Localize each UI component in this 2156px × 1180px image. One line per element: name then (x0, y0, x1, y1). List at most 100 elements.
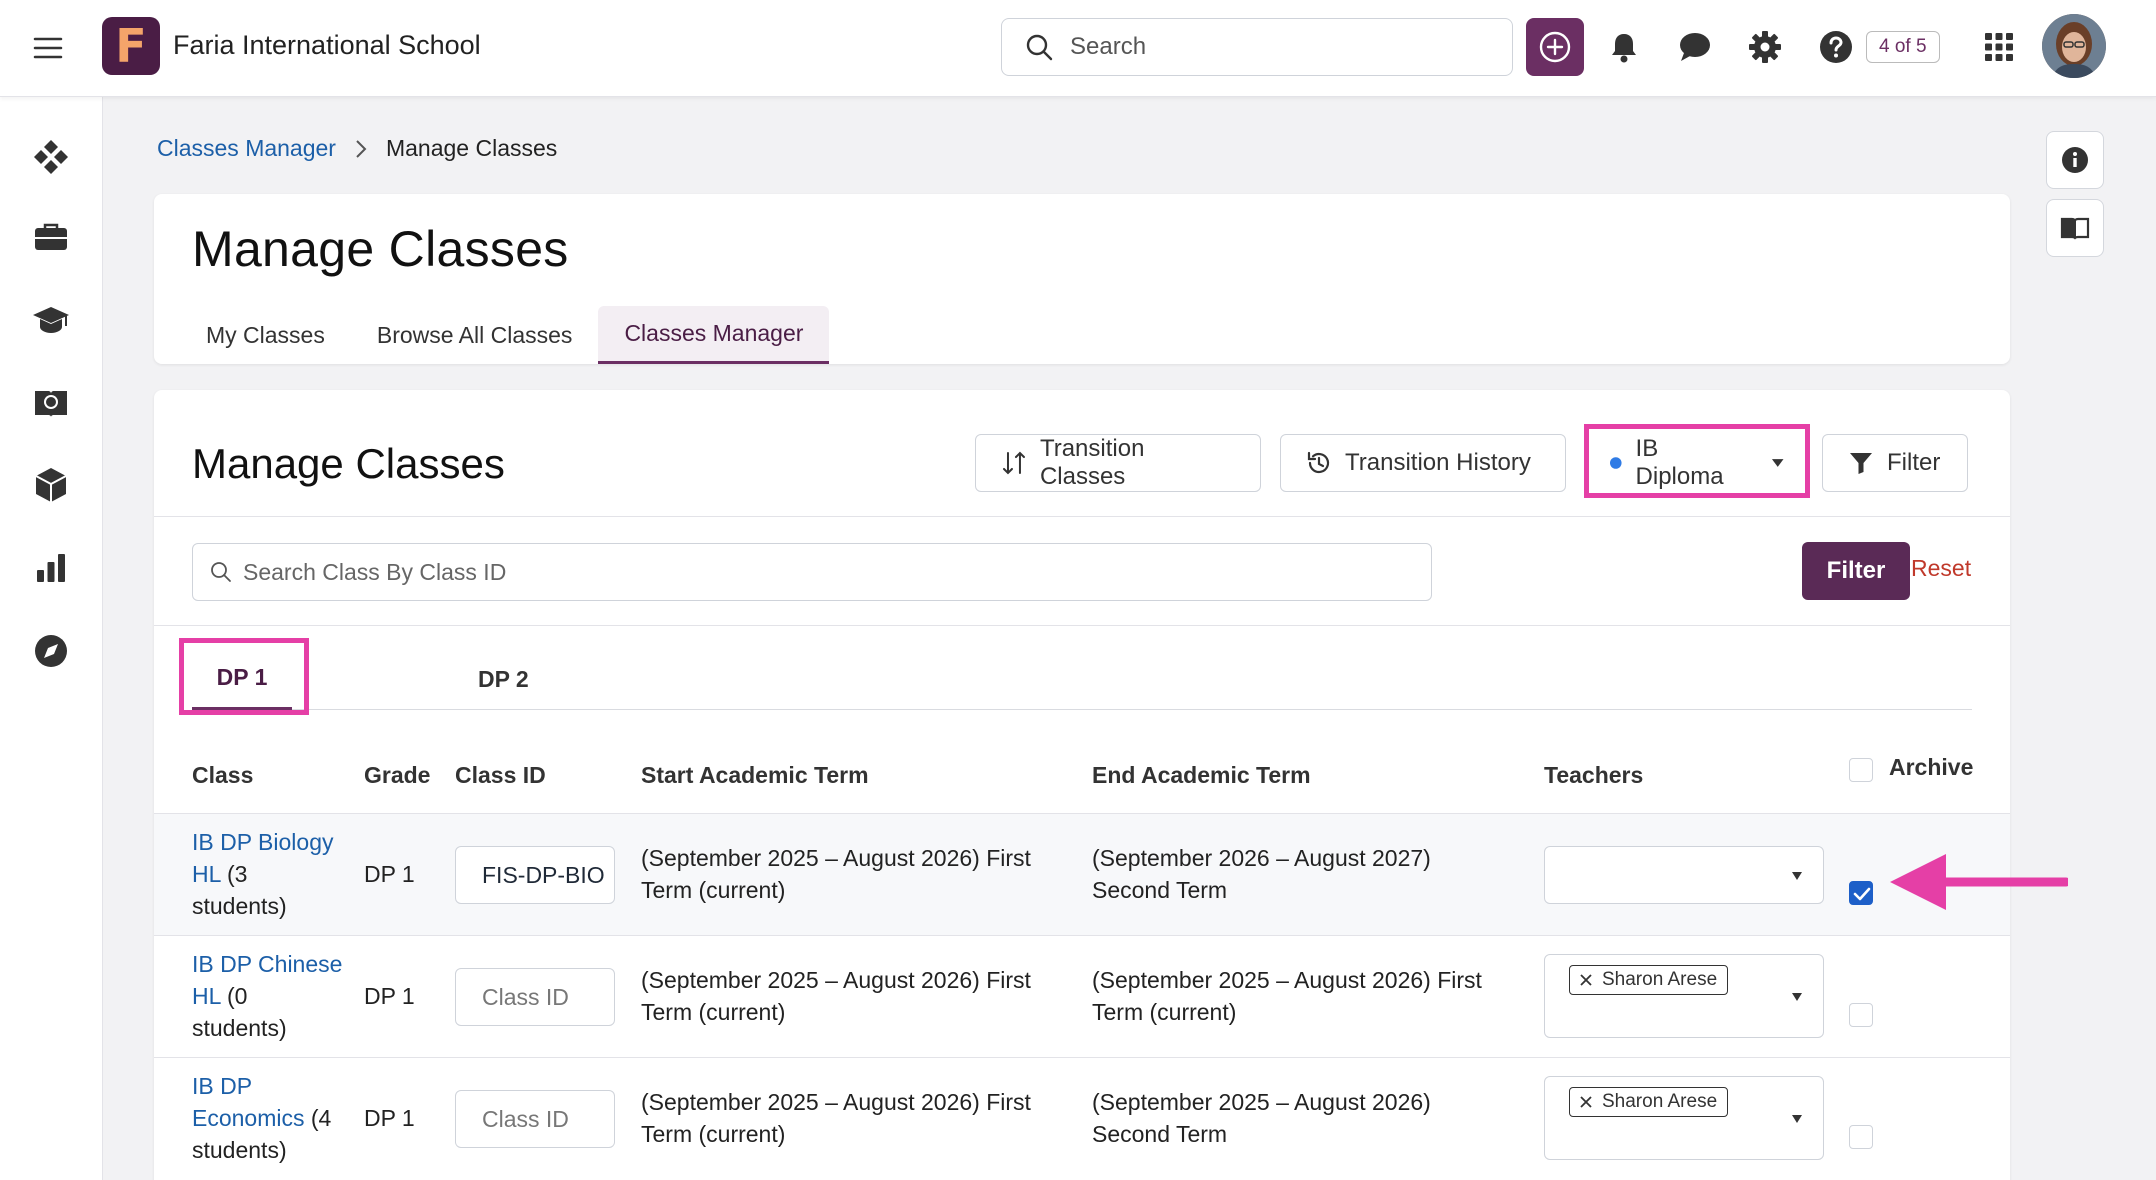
table-row: IB DP Biology HL (3 students) DP 1 FIS-D… (154, 813, 2068, 935)
table-row: IB DP Chinese HL (0 students) DP 1 Class… (154, 935, 2010, 1057)
program-highlight-box (1584, 424, 1810, 498)
global-search-input[interactable]: Search (1001, 18, 1513, 76)
left-sidebar (0, 97, 103, 1180)
notification-counter[interactable]: 4 of 5 (1866, 31, 1940, 63)
archive-checkbox[interactable] (1849, 1125, 1873, 1149)
book-open-icon (2060, 217, 2090, 240)
close-icon[interactable] (1580, 974, 1592, 986)
class-id-search-placeholder: Search Class By Class ID (243, 558, 507, 585)
briefcase-icon[interactable] (31, 218, 71, 258)
page-header-card: Manage Classes My Classes Browse All Cla… (154, 194, 2010, 364)
section-title: Manage Classes (192, 440, 505, 487)
archive-checkbox[interactable] (1849, 881, 1873, 905)
teacher-name: Sharon Arese (1602, 969, 1718, 990)
start-term-cell: (September 2025 – August 2026) First Term… (641, 967, 1031, 1025)
search-placeholder: Search (1070, 33, 1147, 60)
end-term-cell: (September 2025 – August 2026) Second Ter… (1092, 1089, 1431, 1147)
globe-book-icon[interactable] (31, 383, 71, 423)
graduation-cap-icon[interactable] (31, 301, 71, 341)
class-id-search-input[interactable]: Search Class By Class ID (192, 543, 1432, 601)
class-name-cell: IB DP Chinese HL (0 students) (192, 951, 343, 1041)
start-term-cell: (September 2025 – August 2026) First Term… (641, 845, 1031, 903)
table-row: IB DP Economics (4 students) DP 1 Class … (154, 1057, 2010, 1179)
teacher-chip[interactable]: Sharon Arese (1569, 1087, 1729, 1117)
column-header-class-id: Class ID (455, 762, 546, 788)
compass-icon[interactable] (31, 631, 71, 671)
reset-link[interactable]: Reset (1911, 555, 1971, 582)
tab-classes-manager[interactable]: Classes Manager (598, 306, 830, 364)
transition-history-button[interactable]: Transition History (1280, 434, 1566, 492)
teachers-select[interactable]: Sharon Arese (1544, 1076, 1824, 1160)
tab-browse-all-classes[interactable]: Browse All Classes (351, 306, 599, 364)
user-avatar[interactable] (2042, 14, 2106, 78)
guide-button[interactable] (2046, 199, 2104, 257)
cube-icon[interactable] (31, 465, 71, 505)
search-icon (1026, 34, 1053, 61)
check-icon (1853, 887, 1871, 901)
column-header-teachers: Teachers (1544, 762, 1644, 788)
grade-tab-dp2[interactable]: DP 2 (478, 648, 529, 710)
archive-all-checkbox[interactable] (1849, 758, 1873, 782)
class-id-input[interactable]: Class ID (455, 968, 615, 1026)
manage-classes-card: Manage Classes Transition Classes Transi… (154, 390, 2068, 1180)
class-link-continued[interactable]: HL (192, 861, 221, 887)
info-icon (2062, 147, 2088, 173)
add-button[interactable] (1526, 18, 1584, 76)
grade-tabs: DP 1 DP 2 (192, 648, 1972, 710)
class-link-continued[interactable]: HL (192, 983, 221, 1009)
grade-cell: DP 1 (364, 983, 415, 1009)
caret-down-icon (1792, 872, 1802, 880)
transfer-arrows-icon (1002, 451, 1025, 475)
grade-cell: DP 1 (364, 1105, 415, 1131)
bar-chart-icon[interactable] (31, 548, 71, 588)
funnel-icon (1850, 453, 1872, 474)
teachers-select[interactable] (1544, 846, 1824, 904)
archive-checkbox[interactable] (1849, 1003, 1873, 1027)
chevron-right-icon (356, 139, 367, 158)
class-link[interactable]: IB DP (192, 1073, 252, 1099)
class-link[interactable]: IB DP Biology (192, 829, 333, 855)
top-bar: F Faria International School Search 4 of… (0, 0, 2156, 97)
menu-icon[interactable] (30, 30, 66, 66)
transition-classes-button[interactable]: Transition Classes (975, 434, 1261, 492)
breadcrumb: Classes Manager Manage Classes (157, 135, 557, 162)
close-icon[interactable] (1580, 1096, 1592, 1108)
class-link[interactable]: IB DP Chinese (192, 951, 342, 977)
apps-grid-icon[interactable] (1980, 28, 2018, 66)
column-header-end-term: End Academic Term (1092, 762, 1311, 788)
column-header-class: Class (192, 762, 254, 788)
chat-icon[interactable] (1676, 28, 1714, 66)
breadcrumb-classes-manager-link[interactable]: Classes Manager (157, 135, 336, 162)
bell-icon[interactable] (1605, 28, 1643, 66)
search-icon (211, 562, 231, 582)
transition-classes-label: Transition Classes (1039, 435, 1145, 490)
breadcrumb-current: Manage Classes (385, 135, 558, 161)
info-button[interactable] (2046, 131, 2104, 189)
caret-down-icon (1792, 993, 1802, 1001)
page-title: Manage Classes (192, 221, 569, 277)
column-header-archive: Archive (1889, 754, 1974, 780)
dashboard-diamond-icon[interactable] (31, 137, 71, 177)
end-term-cell: (September 2025 – August 2026) First Term… (1092, 967, 1482, 1025)
school-logo[interactable]: F (102, 17, 160, 75)
gear-icon[interactable] (1746, 28, 1784, 66)
divider (154, 516, 2010, 517)
transition-history-label: Transition History (1345, 449, 1531, 476)
caret-down-icon (1792, 1115, 1802, 1123)
filter-toggle-button[interactable]: Filter (1822, 434, 1968, 492)
start-term-cell: (September 2025 – August 2026) First Term… (641, 1089, 1031, 1147)
end-term-cell: (September 2026 – August 2027) Second Ter… (1092, 845, 1431, 903)
teachers-select[interactable]: Sharon Arese (1544, 954, 1824, 1038)
tab-my-classes[interactable]: My Classes (180, 306, 351, 364)
teacher-chip[interactable]: Sharon Arese (1569, 965, 1729, 995)
annotation-arrow-icon (1890, 854, 2068, 910)
divider (154, 625, 2010, 626)
class-link-continued[interactable]: Economics (192, 1105, 304, 1131)
help-icon[interactable] (1817, 28, 1855, 66)
apply-filter-button[interactable]: Filter (1802, 542, 1910, 600)
page-tabs: My Classes Browse All Classes Classes Ma… (180, 306, 830, 364)
class-id-input[interactable]: Class ID (455, 1090, 615, 1148)
class-id-input[interactable]: FIS-DP-BIO (455, 846, 615, 904)
class-name-cell: IB DP Economics (4 students) (192, 1073, 332, 1163)
plus-circle-icon (1539, 31, 1571, 63)
